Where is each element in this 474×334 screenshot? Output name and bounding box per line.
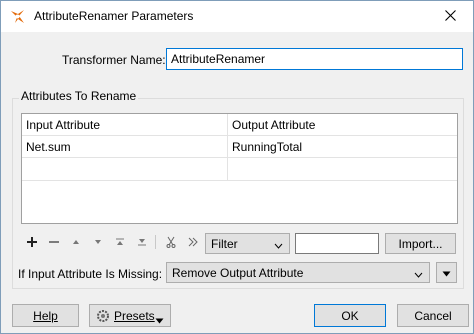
column-header-input[interactable]: Input Attribute	[26, 118, 100, 132]
ok-button[interactable]: OK	[314, 304, 386, 327]
close-icon	[444, 9, 456, 24]
missing-attribute-value: Remove Output Attribute	[172, 266, 304, 280]
move-up-icon[interactable]	[68, 234, 84, 250]
chevron-down-icon	[414, 267, 423, 281]
triangle-down-icon	[442, 266, 451, 280]
toolbar-separator	[155, 235, 156, 249]
gear-icon	[96, 309, 110, 323]
help-button[interactable]: Help	[12, 304, 79, 327]
cut-icon[interactable]	[163, 234, 179, 250]
transformer-icon	[9, 8, 26, 25]
expand-icon[interactable]	[185, 234, 201, 250]
filter-select-value: Filter	[211, 237, 238, 251]
row-divider	[22, 180, 457, 181]
missing-options-button[interactable]	[436, 262, 457, 283]
move-down-icon[interactable]	[90, 234, 106, 250]
attributes-table[interactable]: Input Attribute Output Attribute Net.sum…	[21, 113, 458, 224]
attributes-group-title: Attributes To Rename	[19, 89, 139, 103]
import-button[interactable]: Import...	[385, 233, 456, 254]
column-divider	[227, 114, 228, 181]
presets-button[interactable]: Presets	[89, 304, 171, 327]
missing-attribute-select[interactable]: Remove Output Attribute	[166, 262, 430, 283]
row-divider	[22, 157, 457, 158]
cancel-button[interactable]: Cancel	[397, 304, 469, 327]
remove-icon[interactable]	[46, 234, 62, 250]
move-bottom-icon[interactable]	[134, 234, 150, 250]
filter-select[interactable]: Filter	[205, 233, 290, 254]
move-top-icon[interactable]	[112, 234, 128, 250]
transformer-name-input[interactable]	[166, 48, 463, 70]
table-cell-output[interactable]: RunningTotal	[232, 140, 302, 154]
column-header-output[interactable]: Output Attribute	[232, 118, 315, 132]
filter-text-input[interactable]	[295, 233, 379, 254]
attribute-renamer-dialog: AttributeRenamer Parameters Transformer …	[0, 0, 474, 334]
window-title: AttributeRenamer Parameters	[34, 9, 194, 23]
presets-button-label: Presets	[114, 308, 155, 323]
add-icon[interactable]	[24, 234, 40, 250]
missing-attribute-label: If Input Attribute Is Missing:	[18, 267, 163, 281]
help-button-label: Help	[33, 308, 58, 323]
transformer-name-label: Transformer Name:	[62, 53, 166, 67]
chevron-down-icon	[274, 238, 283, 252]
table-cell-input[interactable]: Net.sum	[26, 140, 71, 154]
header-divider	[22, 135, 457, 136]
close-button[interactable]	[427, 1, 473, 32]
title-bar: AttributeRenamer Parameters	[1, 1, 473, 32]
triangle-down-icon	[155, 313, 164, 327]
